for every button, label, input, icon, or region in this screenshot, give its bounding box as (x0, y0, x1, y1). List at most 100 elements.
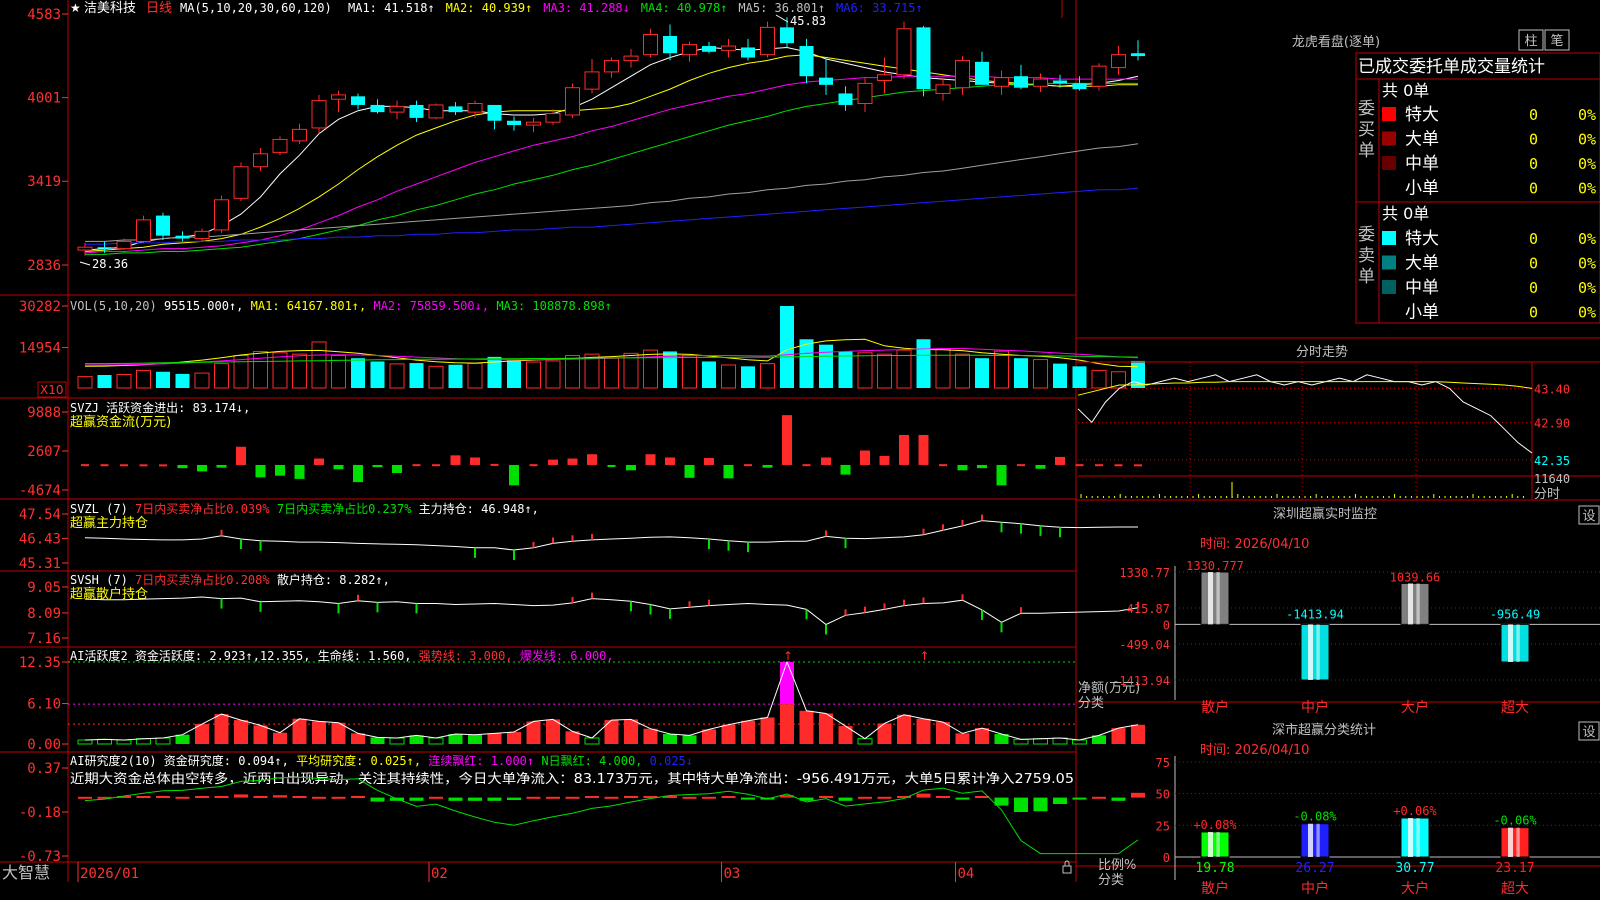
szs-bar-shine (1316, 823, 1320, 857)
lhb-row-count: 0 (1529, 180, 1538, 198)
lhb-row-pct: 0% (1578, 180, 1596, 198)
szs-category: 大户 (1401, 880, 1429, 897)
sz-monitor-chart: 1330.77 415.87 0 -499.04 -1413.94 1330.777 散户 -… (1112, 559, 1600, 716)
volume-bar-up (272, 352, 288, 389)
intraday-title: 分时走势 (1296, 344, 1348, 360)
research-bar (526, 796, 541, 799)
activity-bar (624, 719, 638, 744)
svzl-header: SVZL (7) 7日内买卖净占比0.039% 7日内买卖净占比0.237% 主… (70, 501, 539, 516)
lhb-row-name: 小单 (1405, 179, 1439, 199)
stock-name[interactable]: 洁美科技 (84, 1, 136, 16)
candle-body-up (643, 34, 658, 56)
ai-research-comment: 近期大资金总体由空转多，近两日出现异动，关注其持续性，今日大单净流入：83.17… (70, 771, 1074, 787)
fund-flow-bar (645, 454, 656, 465)
y-tick-label: 4001 (27, 91, 61, 107)
sz-stats-chart: 75 50 25 0 +0.08% 19.78 散户 -0.08% 26.27 中户 +0.06% 3… (1156, 756, 1600, 897)
szm-bar (1500, 623, 1530, 663)
activity-bar (468, 734, 482, 744)
volume-bar-down (97, 375, 112, 388)
research-bar (838, 797, 853, 801)
szm-bar-label: 1330.777 (1186, 559, 1244, 573)
y-tick-label: 9888 (27, 405, 61, 421)
y-tick-label: 2836 (27, 258, 61, 274)
lhb-row-name: 特大 (1405, 229, 1439, 249)
candle-body-up (1111, 54, 1126, 69)
ai-research-header: AI研究度2(10) 资金研究度: 0.094↑, 平均研究度: 0.025↑,… (70, 753, 693, 768)
legend-swatch (1382, 180, 1396, 195)
candle-body-up (994, 77, 1009, 87)
szs-bar-shine (1508, 827, 1514, 857)
candle-body-down (1053, 80, 1067, 84)
szs-change-label: -0.08% (1293, 810, 1337, 824)
intraday-chart[interactable]: 43.40 42.90 42.35 (1077, 362, 1600, 500)
fund-flow-bar (723, 464, 734, 479)
candle-body-up (389, 105, 405, 113)
period-label[interactable]: 日线 (146, 1, 172, 16)
up-arrow-marker: ↑ (783, 649, 793, 663)
research-bar (312, 796, 326, 799)
volume-bar-up (253, 350, 268, 389)
kline-candles[interactable] (77, 17, 1145, 256)
candle-body-down (448, 106, 463, 113)
y-tick-label: 14954 (19, 341, 61, 357)
fund-flow-bar (879, 455, 890, 465)
lhb-row-pct: 0% (1578, 106, 1596, 124)
candle-body-up (857, 82, 873, 105)
y-tick-label: 8.09 (27, 606, 61, 622)
x-axis-label: 03 (724, 866, 741, 882)
volume-bars (77, 306, 1145, 389)
candle-body-up (623, 55, 639, 61)
y-tick-label: -4674 (19, 483, 61, 499)
svzl-y-axis: 47.54 46.43 45.31 (19, 507, 68, 572)
high-price-label: 45.83 (790, 14, 826, 28)
szm-y-tick: 1330.77 (1119, 566, 1170, 580)
research-bar (546, 796, 560, 799)
lock-icon[interactable] (1062, 860, 1072, 874)
svzj-subtitle: 超赢资金流(万元) (70, 414, 171, 430)
szm-category: 超大 (1501, 700, 1529, 716)
activity-bar-hollow (1033, 738, 1048, 745)
star-icon: ★ (70, 1, 81, 15)
lhb-row-name: 大单 (1405, 130, 1439, 150)
activity-bar (916, 718, 931, 744)
volume-bar-up (623, 352, 639, 389)
volume-bar-down (838, 351, 853, 388)
research-bar (448, 797, 463, 801)
sz-stats-ylabel: 比例% (1098, 858, 1136, 873)
fund-flow-bar (607, 464, 616, 467)
activity-bar-hollow (428, 737, 444, 745)
research-bar (487, 797, 502, 801)
sz-monitor-date: 时间: 2026/04/10 (1200, 537, 1309, 552)
ai-research-panel: AI研究度2(10) 资金研究度: 0.094↑, 平均研究度: 0.025↑,… (19, 753, 1145, 865)
activity-bar (370, 737, 385, 744)
research-bar (565, 796, 580, 799)
fund-flow-bar (899, 434, 909, 465)
y-tick-label: 2607 (27, 444, 61, 460)
y-tick-label: 0.00 (27, 737, 61, 753)
activity-bar (682, 735, 697, 744)
lhb-row-count: 0 (1529, 255, 1538, 273)
volume-bar-down (1072, 366, 1087, 388)
activity-bar (663, 734, 677, 744)
fund-flow-bar (159, 464, 167, 467)
szm-bar-shine (1508, 624, 1514, 663)
volume-bar-down (799, 339, 814, 388)
sz-stats-xlabel: 分类 (1098, 873, 1124, 888)
szs-change-label: -0.06% (1493, 814, 1537, 828)
lhb-row-pct: 0% (1578, 155, 1596, 173)
fund-flow-bar (587, 454, 597, 465)
szm-category: 中户 (1301, 699, 1329, 716)
fund-flow-bar (353, 464, 363, 483)
candle-body-down (1131, 53, 1145, 57)
intraday-price-line (1077, 374, 1533, 454)
fund-flow-bar (236, 446, 246, 465)
szs-value-label: 30.77 (1395, 861, 1434, 876)
intraday-y-tick: 42.35 (1534, 454, 1570, 468)
candle-body-up (1033, 78, 1048, 87)
research-bar (877, 796, 892, 799)
ai-activity-bars: ↑ ↑ (68, 649, 1145, 745)
intraday-panel: 分时走势 43.40 42.90 42.35 11640 分时 (1076, 344, 1600, 502)
activity-bar (604, 720, 619, 744)
svzj-bars (81, 415, 1142, 486)
y-tick-label: 45.31 (19, 556, 61, 572)
